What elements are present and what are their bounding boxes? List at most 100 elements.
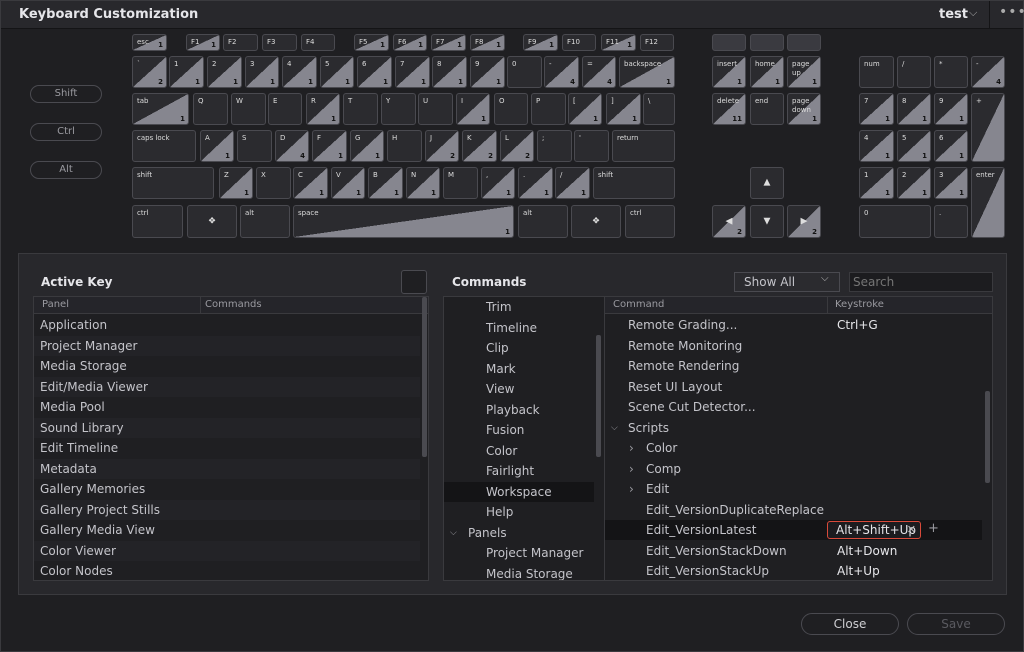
key[interactable]: G1 xyxy=(350,130,384,162)
key[interactable]: W xyxy=(231,93,266,125)
table-row[interactable]: Media Storage xyxy=(34,356,420,376)
key[interactable]: ▼ xyxy=(750,205,784,238)
key[interactable]: L2 xyxy=(500,130,534,162)
table-row[interactable]: › Comp xyxy=(605,459,982,479)
more-options-icon[interactable]: ••• xyxy=(999,4,1024,20)
key[interactable]: 31 xyxy=(934,167,968,199)
key[interactable]: X xyxy=(256,167,291,199)
key[interactable]: 21 xyxy=(897,167,931,199)
key[interactable]: 51 xyxy=(320,56,354,88)
chevron-right-icon[interactable]: › xyxy=(629,479,634,499)
chevron-down-icon[interactable]: ⌵ xyxy=(450,523,457,543)
table-row[interactable]: Application xyxy=(34,315,420,335)
key[interactable]: home 1 xyxy=(750,56,784,88)
table-row[interactable]: Edit_VersionStackUp Alt+Up xyxy=(605,561,982,580)
key[interactable]: 0 xyxy=(859,205,931,238)
close-button[interactable]: Close xyxy=(801,613,899,635)
key[interactable]: 41 xyxy=(859,130,894,162)
key[interactable]: 21 xyxy=(207,56,242,88)
key[interactable]: O xyxy=(494,93,528,125)
key[interactable]: page down 1 xyxy=(787,93,821,125)
key[interactable]: return xyxy=(612,130,675,162)
table-row[interactable]: Edit_VersionDuplicateReplace xyxy=(605,500,982,520)
scrollbar[interactable] xyxy=(985,391,990,483)
scrollbar[interactable] xyxy=(422,297,427,457)
key[interactable]: 41 xyxy=(282,56,317,88)
key[interactable]: insert 1 xyxy=(712,56,746,88)
table-row[interactable]: Remote Monitoring xyxy=(605,336,982,356)
table-row[interactable]: Gallery Memories xyxy=(34,479,420,499)
key[interactable]: A1 xyxy=(200,130,234,162)
panel-column-header[interactable]: Panel xyxy=(42,299,69,310)
key[interactable]: 31 xyxy=(245,56,279,88)
key[interactable]: F1 1 xyxy=(186,34,220,51)
tree-item[interactable]: Help xyxy=(444,502,594,522)
key[interactable]: -4 xyxy=(971,56,1005,88)
key[interactable]: F3 xyxy=(262,34,297,51)
commands-column-header[interactable]: Commands xyxy=(205,299,262,310)
key[interactable]: J2 xyxy=(425,130,459,162)
key[interactable]: * xyxy=(934,56,968,88)
table-row[interactable]: ⌵ Scripts xyxy=(605,418,982,438)
table-row[interactable]: Sound Library xyxy=(34,417,420,438)
chevron-right-icon[interactable]: › xyxy=(629,459,634,479)
key[interactable]: ❖ xyxy=(571,205,621,238)
save-button[interactable]: Save xyxy=(907,613,1005,635)
key[interactable]: backspace 1 xyxy=(619,56,675,88)
key[interactable]: / xyxy=(897,56,931,88)
key[interactable]: D4 xyxy=(275,130,309,162)
tree-item[interactable]: Project Manager xyxy=(444,543,594,563)
key[interactable]: F1 xyxy=(312,130,347,162)
key[interactable]: R1 xyxy=(306,93,340,125)
key[interactable]: F7 1 xyxy=(431,34,466,51)
key[interactable]: -4 xyxy=(544,56,579,88)
key[interactable]: = 4 xyxy=(582,56,616,88)
tree-item[interactable]: Mark xyxy=(444,359,594,379)
table-row[interactable]: Color Viewer xyxy=(34,540,420,561)
table-row[interactable]: Gallery Project Stills xyxy=(34,499,420,520)
table-row[interactable]: Metadata xyxy=(34,458,420,479)
key[interactable]: shift xyxy=(132,167,214,199)
chevron-down-icon[interactable]: ⌵ xyxy=(969,6,977,20)
table-row[interactable]: › Edit xyxy=(605,479,982,499)
preset-name[interactable]: test xyxy=(939,7,968,22)
key[interactable]: alt xyxy=(240,205,290,238)
key[interactable]: 71 xyxy=(859,93,894,125)
key[interactable]: . xyxy=(934,205,968,238)
table-row[interactable]: Edit_VersionStackDown Alt+Down xyxy=(605,541,982,561)
key[interactable]: space 1 xyxy=(293,205,514,238)
key[interactable]: E xyxy=(268,93,302,125)
key[interactable]: ` 2 xyxy=(132,56,167,88)
table-row[interactable]: Reset UI Layout xyxy=(605,377,982,397)
key[interactable]: num xyxy=(859,56,894,88)
key[interactable]: T xyxy=(343,93,378,125)
key[interactable]: tab 1 xyxy=(132,93,189,125)
key[interactable]: K2 xyxy=(462,130,497,162)
key[interactable]: F4 xyxy=(301,34,335,51)
table-row[interactable]: Project Manager xyxy=(34,335,420,356)
key[interactable]: [1 xyxy=(568,93,602,125)
table-row[interactable]: Edit_VersionLatest xyxy=(605,520,982,540)
key[interactable]: 61 xyxy=(934,130,968,162)
tree-item[interactable]: Workspace xyxy=(444,481,594,502)
tree-item[interactable]: Playback xyxy=(444,400,594,420)
close-icon[interactable]: ✕ xyxy=(907,522,916,538)
table-row[interactable]: Remote Rendering xyxy=(605,356,982,376)
key[interactable]: ◀ 2 xyxy=(712,205,746,238)
tree-item[interactable]: Timeline xyxy=(444,318,594,338)
key[interactable] xyxy=(712,34,746,51)
key[interactable]: + xyxy=(971,93,1005,162)
key[interactable]: I1 xyxy=(456,93,490,125)
key[interactable]: F9 1 xyxy=(523,34,558,51)
key[interactable]: ' xyxy=(574,130,609,162)
key[interactable]: ▶ 2 xyxy=(787,205,821,238)
chevron-down-icon[interactable]: ⌵ xyxy=(611,418,618,438)
keystroke-chip[interactable]: Alt+Shift+Up ✕ xyxy=(827,521,921,539)
key[interactable]: alt xyxy=(518,205,568,238)
command-column-header[interactable]: Command xyxy=(613,299,664,310)
key[interactable]: shift xyxy=(593,167,675,199)
key[interactable]: caps lock xyxy=(132,130,196,162)
key[interactable]: F12 xyxy=(640,34,674,51)
key[interactable]: ; xyxy=(537,130,572,162)
key[interactable]: /1 xyxy=(555,167,590,199)
